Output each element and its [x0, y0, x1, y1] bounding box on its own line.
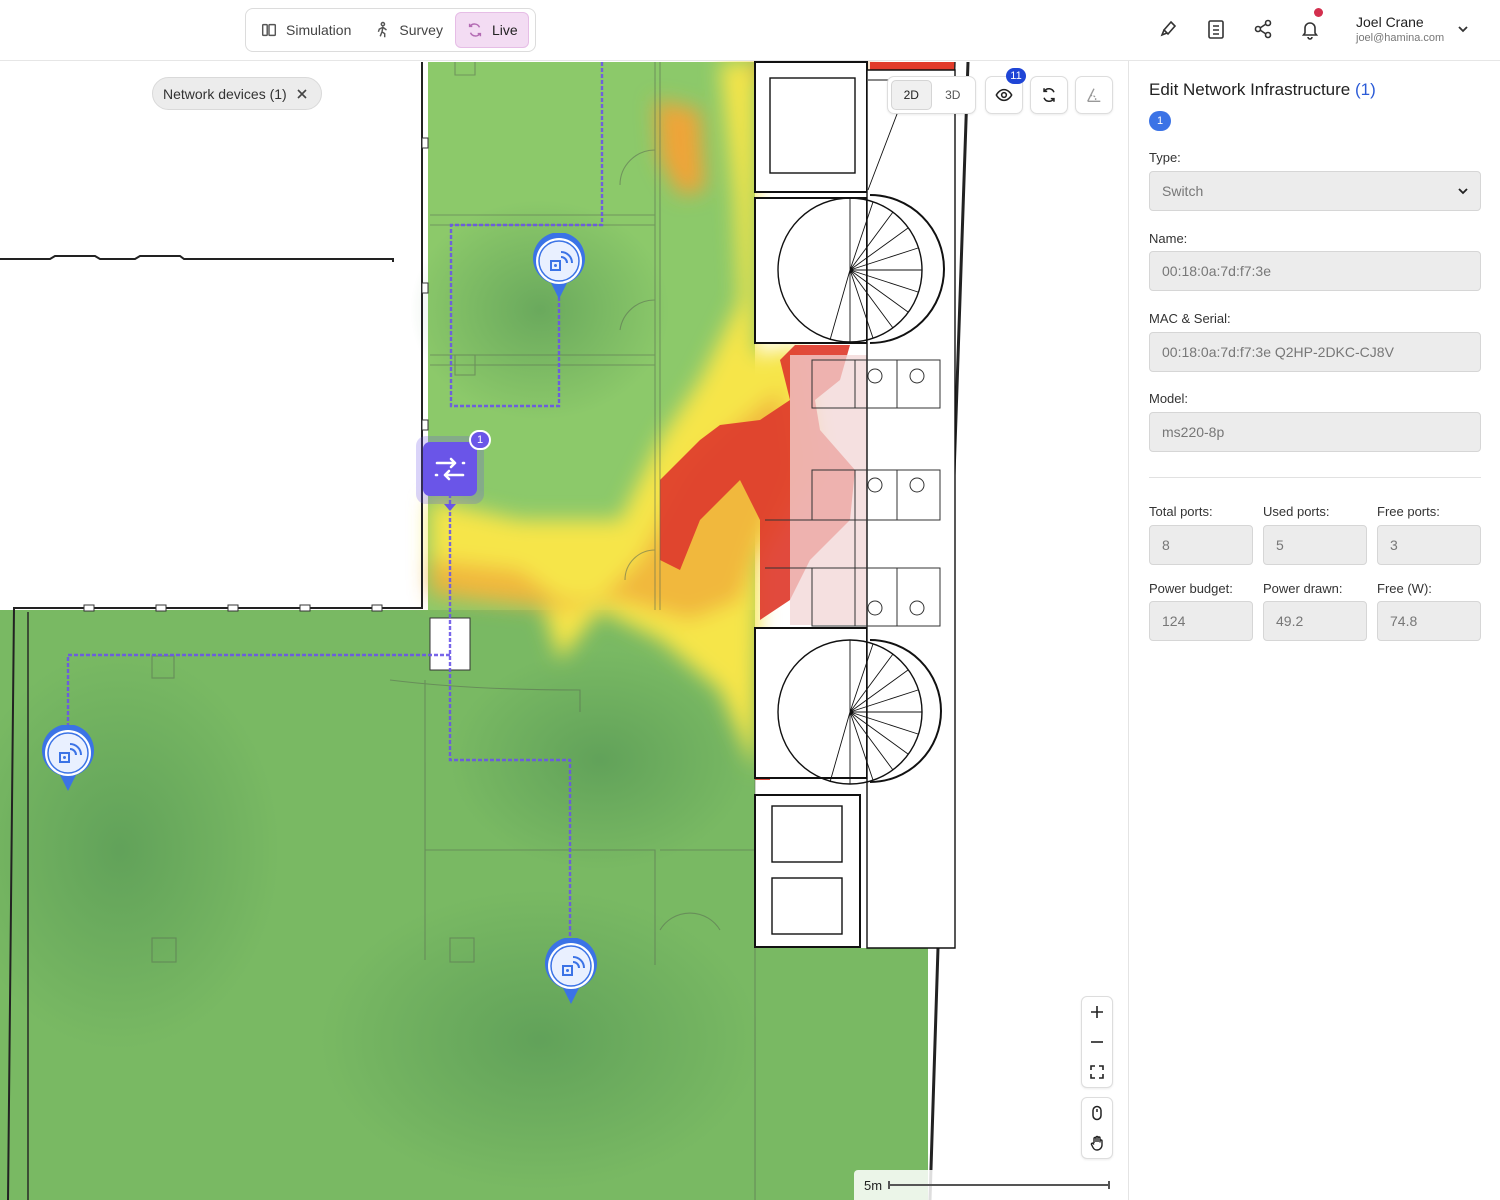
- filter-chip-network-devices[interactable]: Network devices (1): [152, 77, 322, 110]
- model-field[interactable]: ms220-8p: [1149, 412, 1481, 452]
- floor-plan-heatmap: [0, 61, 970, 1200]
- zoom-controls: [1081, 996, 1113, 1088]
- refresh-map-button[interactable]: [1030, 76, 1068, 114]
- mode-live-button[interactable]: Live: [454, 12, 529, 48]
- clipboard-icon: [1208, 20, 1224, 39]
- bell-icon: [1301, 22, 1319, 40]
- panel-title: Edit Network Infrastructure (1): [1149, 80, 1376, 100]
- mode-survey-label: Survey: [399, 22, 443, 38]
- name-value: 00:18:0a:7d:f7:3e: [1162, 263, 1271, 279]
- user-email: joel@hamina.com: [1356, 32, 1445, 44]
- scale-ruler: [888, 1181, 1110, 1189]
- total-ports-label: Total ports:: [1149, 504, 1213, 519]
- minus-icon: [1091, 1041, 1103, 1043]
- eye-icon: [995, 88, 1013, 102]
- mouse-mode-button[interactable]: [1082, 1098, 1112, 1128]
- notifications-button[interactable]: [1300, 8, 1323, 40]
- mode-switch: Simulation Survey Live: [245, 8, 536, 52]
- power-budget-label: Power budget:: [1149, 581, 1233, 596]
- power-drawn-field: 49.2: [1263, 601, 1367, 641]
- expand-icon: [1090, 1065, 1104, 1079]
- type-select[interactable]: Switch: [1149, 171, 1481, 211]
- view-2d-button[interactable]: 2D: [891, 80, 932, 110]
- top-bar: Simulation Survey Live Joel Crane joel@h…: [0, 0, 1500, 61]
- brush-button[interactable]: [1159, 18, 1179, 40]
- model-value: ms220-8p: [1162, 424, 1225, 440]
- type-label: Type:: [1149, 150, 1181, 165]
- access-point-pin[interactable]: [40, 724, 96, 795]
- access-point-pin[interactable]: [543, 937, 599, 1008]
- mode-survey-button[interactable]: Survey: [363, 12, 453, 48]
- mode-live-label: Live: [491, 22, 518, 38]
- refresh-icon: [1043, 87, 1055, 103]
- interaction-mode-controls: [1081, 1097, 1113, 1159]
- share-icon: [1254, 19, 1272, 39]
- used-ports-label: Used ports:: [1263, 504, 1330, 519]
- free-watts-field: 74.8: [1377, 601, 1481, 641]
- plus-icon: [1091, 1006, 1103, 1018]
- power-drawn-label: Power drawn:: [1263, 581, 1343, 596]
- scale-bar: 5m: [854, 1170, 1120, 1200]
- floor-map[interactable]: Network devices (1) 2D 3D 11 5m 1: [0, 61, 1128, 1200]
- mode-simulation-button[interactable]: Simulation: [250, 12, 361, 48]
- panel-title-count: (1): [1354, 80, 1376, 99]
- filter-chip-label: Network devices (1): [163, 85, 287, 102]
- view-3d-button[interactable]: 3D: [934, 80, 973, 110]
- top-actions: [1159, 8, 1323, 40]
- panel-divider: [1149, 477, 1481, 478]
- share-button[interactable]: [1253, 18, 1273, 40]
- walking-person-icon: [378, 21, 388, 38]
- clipboard-button[interactable]: [1206, 18, 1226, 40]
- view-mode-toggle: 2D 3D: [887, 76, 976, 114]
- free-watts-label: Free (W):: [1377, 581, 1432, 596]
- mode-simulation-label: Simulation: [286, 22, 352, 38]
- mac-serial-value: 00:18:0a:7d:f7:3e Q2HP-2DKC-CJ8V: [1162, 344, 1394, 360]
- name-label: Name:: [1149, 231, 1188, 246]
- mouse-icon: [1092, 1105, 1102, 1121]
- edit-panel: Edit Network Infrastructure (1) 1 Type: …: [1128, 61, 1500, 1200]
- access-point-icon: [533, 232, 585, 299]
- free-ports-field: 3: [1377, 525, 1481, 565]
- type-value: Switch: [1162, 183, 1204, 199]
- chevron-down-icon: [1458, 188, 1468, 195]
- close-icon[interactable]: [295, 87, 309, 101]
- total-ports-field: 8: [1149, 525, 1253, 565]
- zoom-out-button[interactable]: [1082, 1027, 1112, 1057]
- panel-title-text: Edit Network Infrastructure: [1149, 80, 1351, 99]
- access-point-icon: [545, 937, 597, 1004]
- angle-ruler-icon: [1087, 88, 1101, 102]
- visibility-button[interactable]: 11: [985, 68, 1026, 114]
- user-name: Joel Crane: [1356, 14, 1424, 30]
- used-ports-field: 5: [1263, 525, 1367, 565]
- access-point-pin[interactable]: [531, 232, 587, 303]
- free-ports-label: Free ports:: [1377, 504, 1440, 519]
- refresh-icon: [468, 23, 482, 37]
- measure-tool-button[interactable]: [1075, 76, 1113, 114]
- pan-mode-button[interactable]: [1082, 1128, 1112, 1158]
- visibility-badge: 11: [1006, 68, 1026, 84]
- name-field[interactable]: 00:18:0a:7d:f7:3e: [1149, 251, 1481, 291]
- selected-count-badge: 1: [1149, 111, 1171, 131]
- scale-label: 5m: [864, 1177, 883, 1193]
- access-point-icon: [42, 724, 94, 791]
- fit-to-screen-button[interactable]: [1082, 1057, 1112, 1087]
- mac-serial-label: MAC & Serial:: [1149, 311, 1231, 326]
- zoom-in-button[interactable]: [1082, 997, 1112, 1027]
- switch-count-badge: 1: [469, 430, 491, 450]
- brush-icon: [1160, 20, 1177, 37]
- simulation-icon: [261, 23, 277, 37]
- hand-icon: [1090, 1135, 1103, 1151]
- model-label: Model:: [1149, 391, 1189, 406]
- notification-dot: [1314, 8, 1323, 17]
- user-menu[interactable]: Joel Crane joel@hamina.com: [1356, 14, 1444, 44]
- chevron-down-icon[interactable]: [1456, 22, 1470, 36]
- power-budget-field: 124: [1149, 601, 1253, 641]
- mac-serial-field[interactable]: 00:18:0a:7d:f7:3e Q2HP-2DKC-CJ8V: [1149, 332, 1481, 372]
